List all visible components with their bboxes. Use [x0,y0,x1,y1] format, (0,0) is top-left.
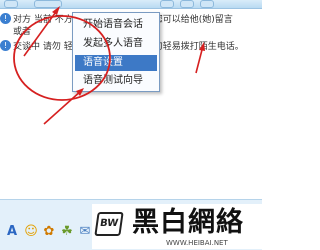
watermark: BW 黑白網絡 WWW.HEIBAI.NET [92,204,262,249]
info-icon: ! [0,40,11,51]
menu-item-group-voice[interactable]: 发起多人语音 [75,36,157,52]
voice-message-icon[interactable]: ✉ [78,225,92,239]
voice-button[interactable] [34,0,62,8]
toolbar-button[interactable] [200,0,214,8]
emoji-icon[interactable]: ☺ [24,225,38,239]
chat-toolbar [0,0,262,9]
watermark-logo: BW [94,212,124,236]
toolbar-button[interactable] [160,0,174,8]
info-icon: ! [0,13,11,24]
watermark-title: 黑白網絡 [132,207,244,238]
chat-window: !对方 当前 不方便，可能无法回复，您可以给他(她)留言 或者 !交谈中 请勿 … [0,0,262,250]
menu-item-start-voice[interactable]: 开始语音会话 [75,17,157,33]
toolbar-button[interactable] [180,0,194,8]
font-icon[interactable]: A [5,225,19,239]
magic-expression-icon[interactable]: ✿ [42,225,56,239]
voice-dropdown-menu: 开始语音会话 发起多人语音 语音设置 语音测试向导 [72,12,160,92]
menu-item-voice-settings[interactable]: 语音设置 [75,55,157,71]
shake-icon[interactable]: ☘ [60,225,74,239]
toolbar-button[interactable] [4,0,18,8]
menu-item-voice-test-wizard[interactable]: 语音测试向导 [75,73,157,89]
watermark-url: WWW.HEIBAI.NET [166,239,228,247]
